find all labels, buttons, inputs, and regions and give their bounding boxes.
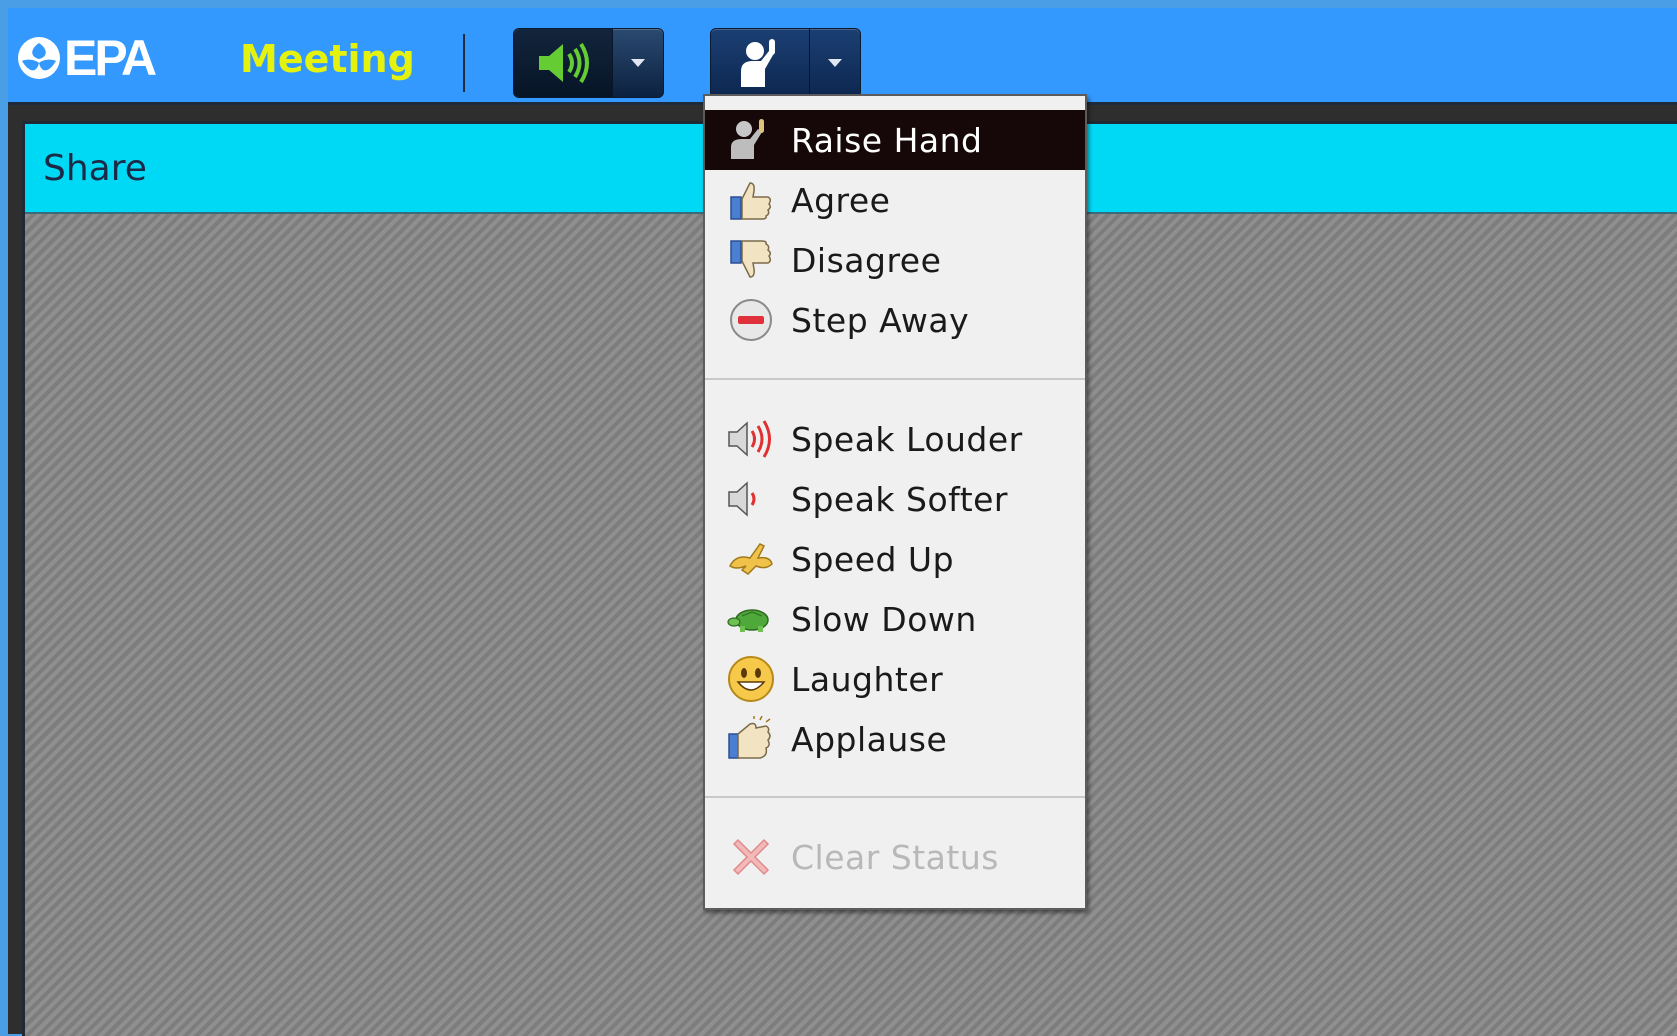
speaker-icon [539,42,589,84]
status-toggle[interactable] [711,29,810,97]
menu-item-label: Step Away [791,300,970,340]
chevron-down-icon [631,59,645,67]
status-dropdown-arrow[interactable] [810,29,860,97]
epa-logo: EPA [16,28,157,88]
menu-item-agree[interactable]: Agree [705,170,1085,230]
clear-x-icon [725,831,777,883]
menu-item-label: Agree [791,180,891,220]
menu-item-clear-status: Clear Status [705,827,1085,887]
top-toolbar: EPA Meeting [8,8,1677,105]
menu-item-label: Applause [791,719,948,759]
menu-item-speed-up[interactable]: Speed Up [705,529,1085,589]
epa-flower-icon [18,37,60,79]
rabbit-icon [725,533,777,585]
status-dropdown-menu: Raise Hand Agree Disagree Step Away Spea… [703,94,1087,910]
menu-item-label: Speak Louder [791,419,1023,459]
menu-item-label: Slow Down [791,599,977,639]
thumbs-down-icon [725,234,777,286]
menu-item-disagree[interactable]: Disagree [705,230,1085,290]
audio-toggle[interactable] [514,29,613,97]
menu-item-slow-down[interactable]: Slow Down [705,589,1085,649]
menu-item-laughter[interactable]: Laughter [705,649,1085,709]
status-button[interactable] [710,28,861,98]
turtle-icon [725,593,777,645]
menu-separator [705,378,1085,380]
menu-item-label: Laughter [791,659,944,699]
toolbar-divider [463,34,465,92]
menu-item-label: Disagree [791,240,942,280]
smiley-icon [725,653,777,705]
clapping-hands-icon [725,713,777,765]
menu-item-applause[interactable]: Applause [705,709,1085,769]
raised-hand-icon [741,39,775,87]
menu-item-speak-softer[interactable]: Speak Softer [705,469,1085,529]
menu-separator [705,796,1085,798]
meeting-menu[interactable]: Meeting [240,37,415,81]
chevron-down-icon [828,59,842,67]
menu-item-speak-louder[interactable]: Speak Louder [705,409,1085,469]
menu-item-raise-hand[interactable]: Raise Hand [705,110,1085,170]
menu-item-step-away[interactable]: Step Away [705,290,1085,350]
menu-item-label: Clear Status [791,837,999,877]
thumbs-up-icon [725,174,777,226]
speaker-loud-icon [725,413,777,465]
audio-button[interactable] [513,28,664,98]
audio-dropdown-arrow[interactable] [613,29,663,97]
share-pod-title: Share [43,148,147,189]
menu-item-label: Speak Softer [791,479,1009,519]
menu-item-label: Speed Up [791,539,955,579]
menu-item-label: Raise Hand [791,120,983,160]
raise-hand-icon [725,114,777,166]
speaker-soft-icon [725,473,777,525]
step-away-icon [725,294,777,346]
logo-text: EPA [64,30,157,86]
